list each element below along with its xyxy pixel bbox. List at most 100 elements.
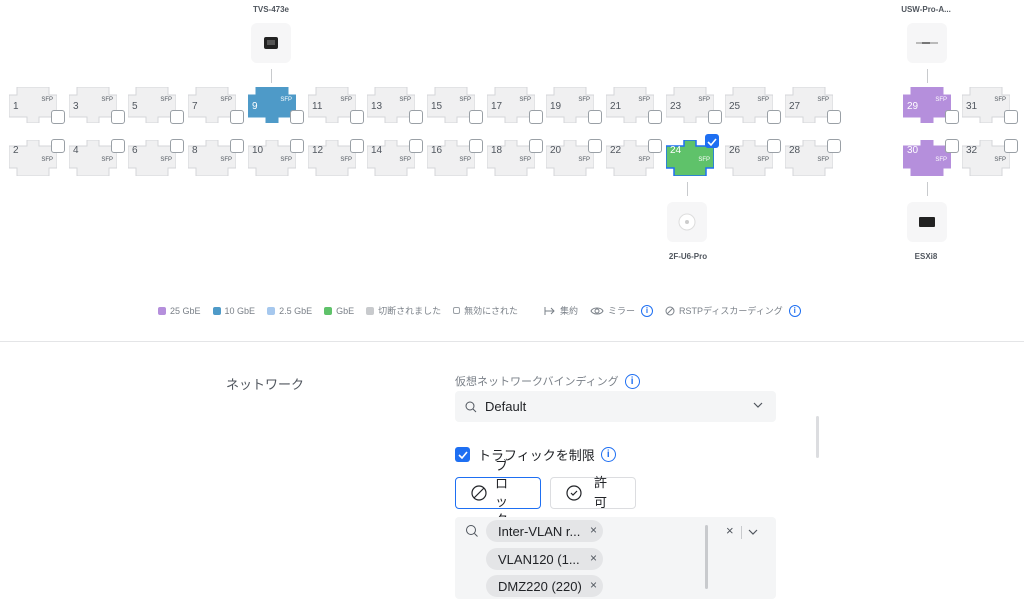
port-checkbox[interactable] (767, 139, 781, 153)
clear-icon[interactable]: × (726, 523, 734, 538)
network-multiselect[interactable]: Inter-VLAN r... × VLAN120 (1... × DMZ220 (… (455, 517, 776, 599)
port-checkbox[interactable] (170, 110, 184, 124)
scrollbar[interactable] (816, 416, 819, 458)
port-checkbox[interactable] (529, 110, 543, 124)
remove-chip-icon[interactable]: × (590, 523, 597, 537)
port-checkbox[interactable] (529, 139, 543, 153)
port-checkbox[interactable] (469, 110, 483, 124)
port-13[interactable]: 13 SFP (367, 87, 423, 124)
port-24[interactable]: 24 SFP (666, 134, 719, 176)
port-number: 31 (966, 101, 978, 112)
port-32[interactable]: 32 SFP (962, 139, 1018, 176)
port-checkbox[interactable] (409, 139, 423, 153)
port-checkbox[interactable] (170, 139, 184, 153)
multiselect-scrollbar[interactable] (705, 525, 708, 589)
port-type: SFP (698, 157, 710, 163)
port-5[interactable]: 5 SFP (128, 87, 184, 124)
port-17[interactable]: 17 SFP (487, 87, 543, 124)
port-9[interactable]: 9 SFP (248, 87, 304, 124)
chevron-down-icon[interactable] (747, 526, 759, 538)
port-10[interactable]: 10 SFP (248, 139, 304, 176)
port-1[interactable]: 1 SFP (9, 87, 65, 124)
port-checkbox[interactable] (230, 110, 244, 124)
port-checkbox[interactable] (945, 110, 959, 124)
rstp-info-icon[interactable]: i (788, 304, 801, 317)
port-checkbox[interactable] (705, 134, 719, 148)
mirror-info-icon[interactable]: i (640, 304, 653, 317)
port-checkbox[interactable] (588, 110, 602, 124)
port-checkbox[interactable] (350, 139, 364, 153)
port-14[interactable]: 14 SFP (367, 139, 423, 176)
port-checkbox[interactable] (290, 139, 304, 153)
remove-chip-icon[interactable]: × (590, 551, 597, 565)
port-checkbox[interactable] (469, 139, 483, 153)
port-checkbox[interactable] (588, 139, 602, 153)
restrict-traffic-checkbox[interactable] (455, 447, 470, 462)
port-checkbox[interactable] (350, 110, 364, 124)
network-binding-select[interactable]: Default (455, 391, 776, 422)
port-22[interactable]: 22 SFP (606, 139, 662, 176)
port-29[interactable]: 29 SFP (903, 87, 959, 124)
port-checkbox[interactable] (827, 110, 841, 124)
restrict-info-icon[interactable]: i (600, 447, 616, 462)
port-checkbox[interactable] (409, 110, 423, 124)
port-checkbox[interactable] (827, 139, 841, 153)
port-21[interactable]: 21 SFP (606, 87, 662, 124)
port-4[interactable]: 4 SFP (69, 139, 125, 176)
port-2[interactable]: 2 SFP (9, 139, 65, 176)
binding-info-icon[interactable]: i (624, 373, 640, 389)
port-checkbox[interactable] (1004, 139, 1018, 153)
port-checkbox[interactable] (290, 110, 304, 124)
port-checkbox[interactable] (648, 139, 662, 153)
port-checkbox[interactable] (945, 139, 959, 153)
aggregate-icon (544, 306, 555, 315)
binding-label: 仮想ネットワークバインディング i (455, 373, 640, 389)
block-icon (471, 485, 487, 501)
port-7[interactable]: 7 SFP (188, 87, 244, 124)
port-16[interactable]: 16 SFP (427, 139, 483, 176)
nas-device[interactable] (251, 23, 291, 63)
device-label-host: ESXi8 (914, 252, 938, 261)
port-12[interactable]: 12 SFP (308, 139, 364, 176)
port-checkbox[interactable] (51, 139, 65, 153)
ap-device[interactable] (667, 202, 707, 242)
port-3[interactable]: 3 SFP (69, 87, 125, 124)
port-25[interactable]: 25 SFP (725, 87, 781, 124)
selected-chip[interactable]: Inter-VLAN r... × (486, 520, 603, 542)
port-27[interactable]: 27 SFP (785, 87, 841, 124)
switch-device[interactable] (907, 23, 947, 63)
check-circle-icon (566, 485, 582, 501)
selected-chip[interactable]: VLAN120 (1... × (486, 548, 603, 570)
allow-toggle-button[interactable]: 許可 (550, 475, 636, 510)
port-15[interactable]: 15 SFP (427, 87, 483, 124)
host-device[interactable] (907, 202, 947, 242)
remove-chip-icon[interactable]: × (590, 578, 597, 592)
port-8[interactable]: 8 SFP (188, 139, 244, 176)
chevron-down-icon[interactable] (752, 399, 764, 411)
block-toggle-button[interactable]: ブロック (455, 458, 541, 527)
port-checkbox[interactable] (1004, 110, 1018, 124)
eye-icon (590, 307, 604, 314)
port-28[interactable]: 28 SFP (785, 139, 841, 176)
block-icon (665, 306, 675, 315)
port-11[interactable]: 11 SFP (308, 87, 364, 124)
port-18[interactable]: 18 SFP (487, 139, 543, 176)
port-23[interactable]: 23 SFP (666, 87, 722, 124)
port-checkbox[interactable] (111, 139, 125, 153)
port-31[interactable]: 31 SFP (962, 87, 1018, 124)
selected-chip[interactable]: DMZ220 (220) × (486, 575, 603, 597)
port-19[interactable]: 19 SFP (546, 87, 602, 124)
port-number: 7 (192, 101, 198, 112)
port-26[interactable]: 26 SFP (725, 139, 781, 176)
port-30[interactable]: 30 SFP (903, 139, 959, 176)
port-checkbox[interactable] (230, 139, 244, 153)
port-20[interactable]: 20 SFP (546, 139, 602, 176)
port-checkbox[interactable] (767, 110, 781, 124)
port-checkbox[interactable] (111, 110, 125, 124)
port-checkbox[interactable] (648, 110, 662, 124)
port-number: 18 (491, 145, 503, 156)
port-6[interactable]: 6 SFP (128, 139, 184, 176)
port-type: SFP (935, 97, 947, 103)
port-checkbox[interactable] (51, 110, 65, 124)
port-checkbox[interactable] (708, 110, 722, 124)
